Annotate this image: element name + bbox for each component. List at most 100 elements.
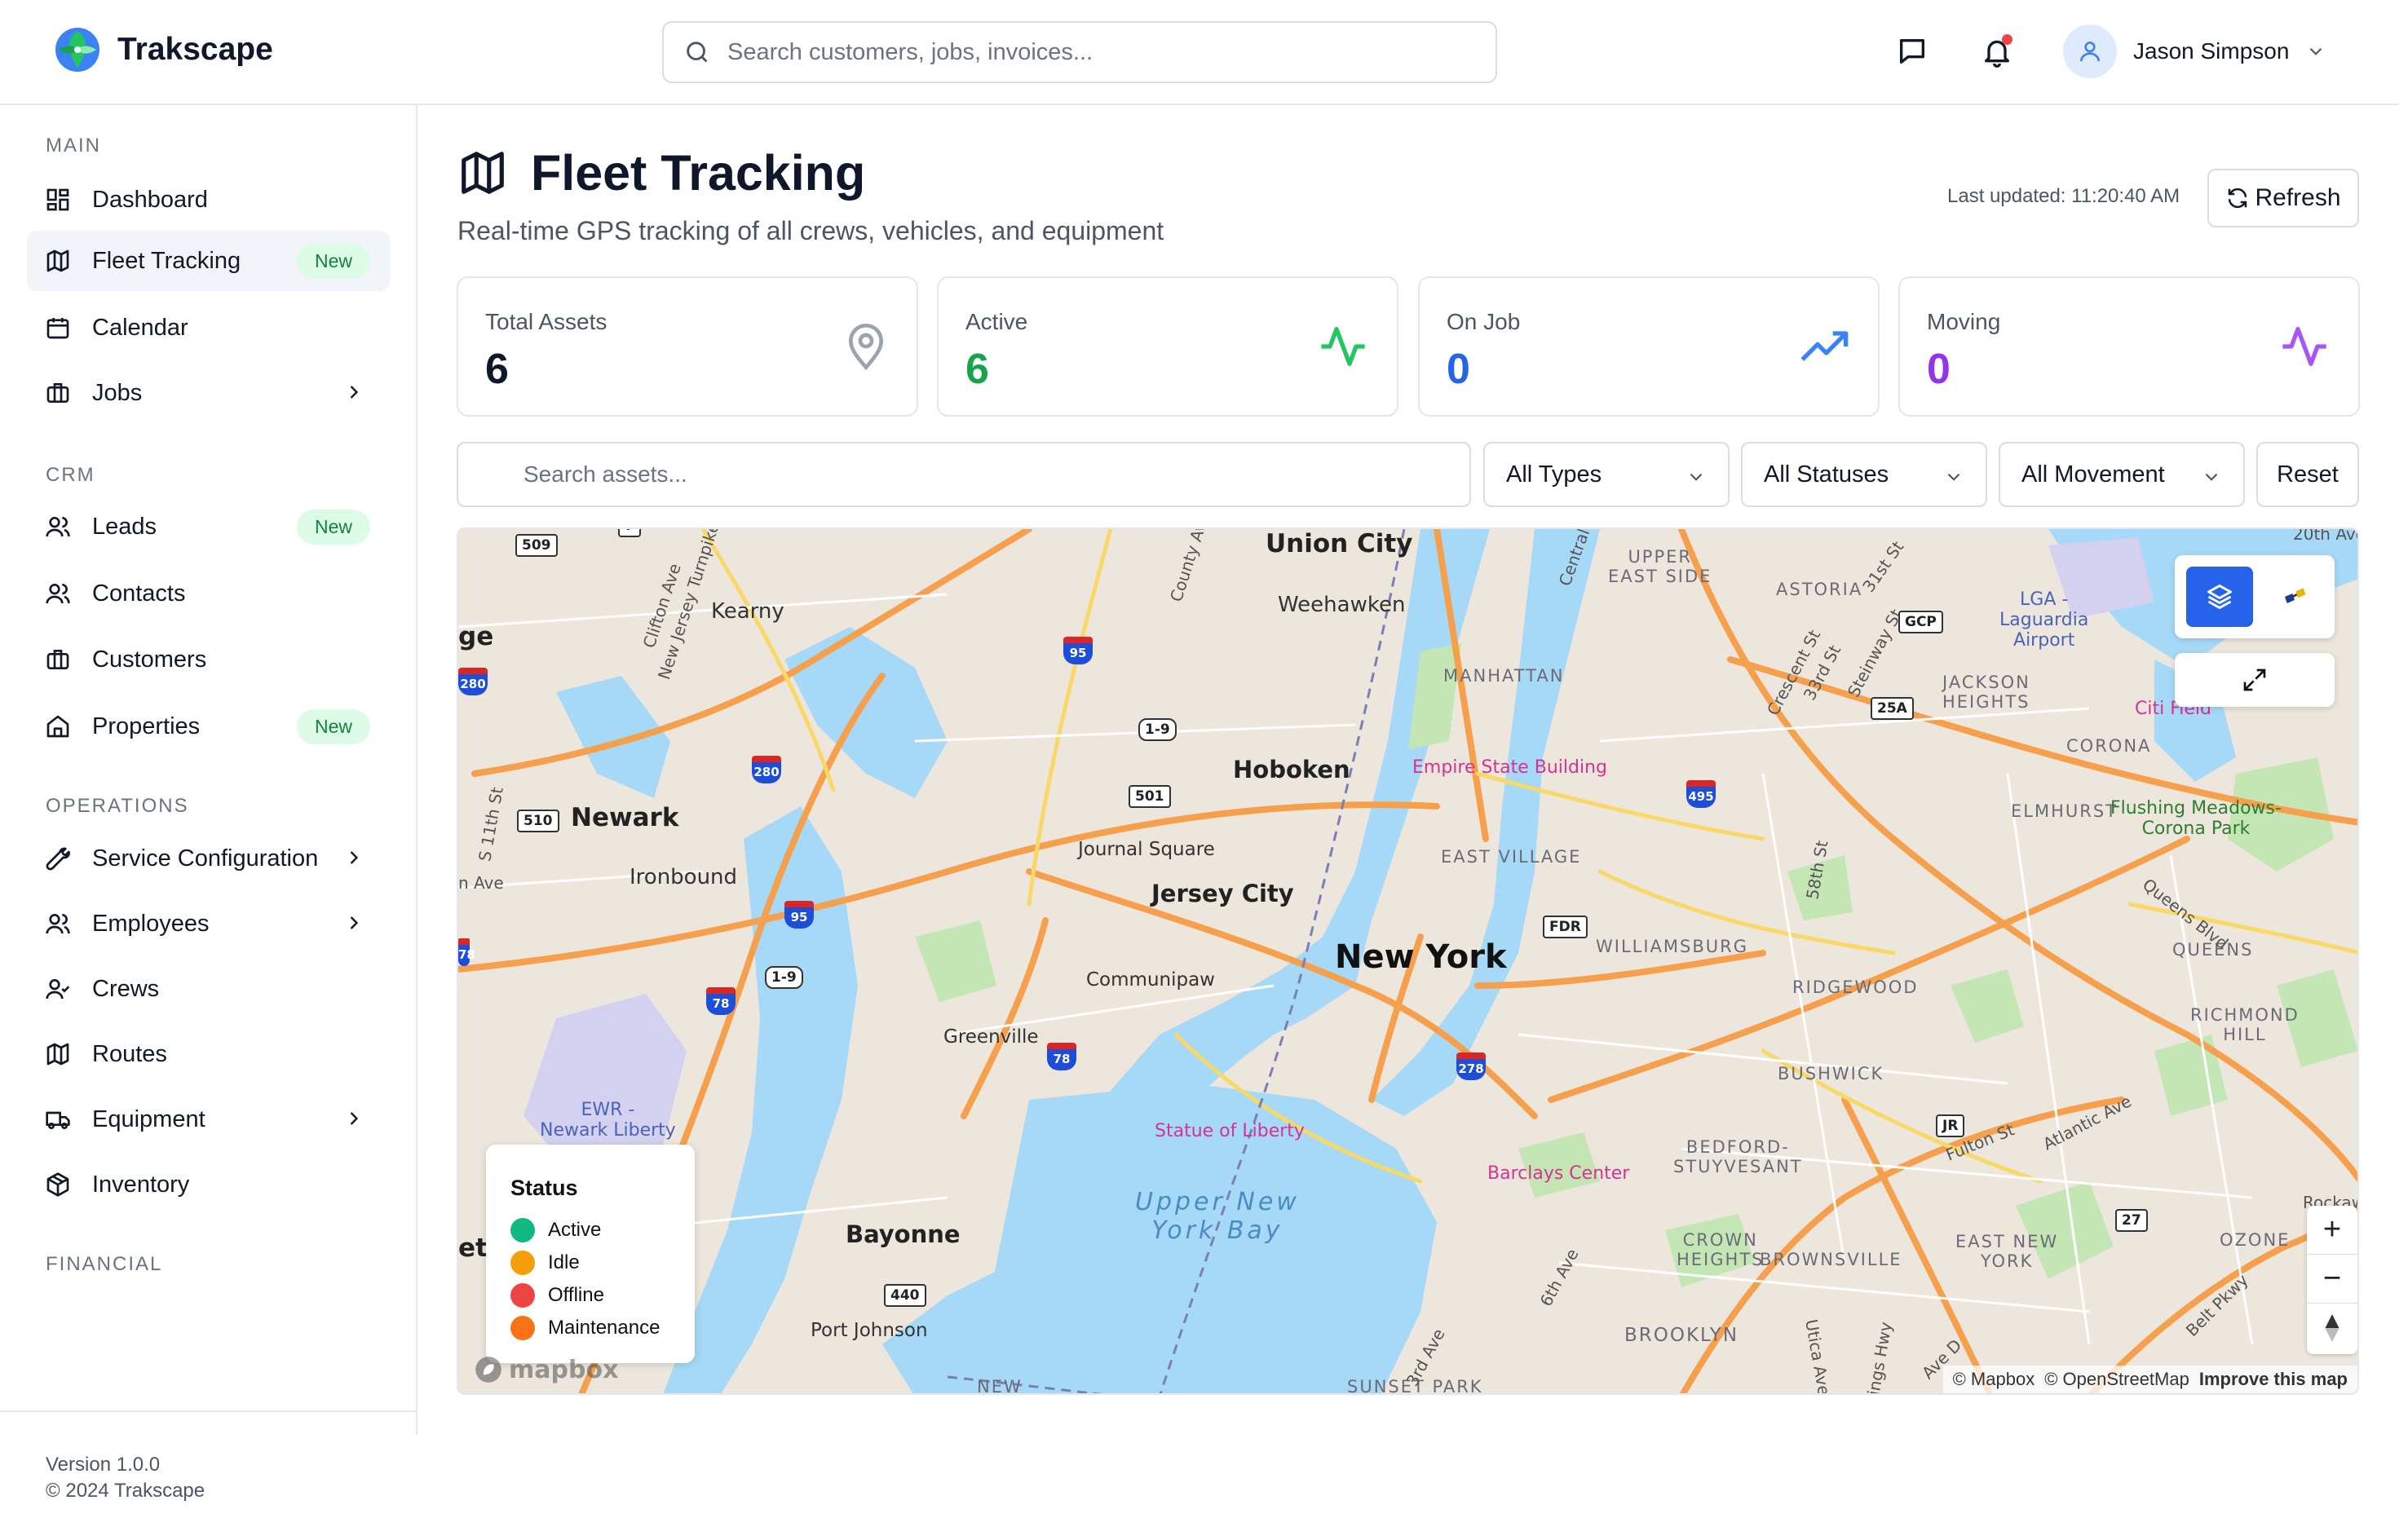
calendar-icon	[46, 318, 69, 339]
interstate-shield: 95	[1063, 637, 1093, 664]
sidebar-item-routes[interactable]: Routes	[27, 1024, 390, 1084]
fullscreen-button[interactable]	[2175, 653, 2335, 707]
sidebar-item-label: Service Configuration	[92, 845, 319, 871]
legend-label: Active	[548, 1219, 602, 1241]
sidebar-item-service-configuration[interactable]: Service Configuration	[27, 828, 390, 889]
stat-value: 0	[1927, 346, 1951, 393]
mapbox-logo-icon	[475, 1357, 501, 1383]
route-shield: 1-9	[765, 966, 803, 989]
sidebar-item-calendar[interactable]: Calendar	[27, 298, 390, 358]
sidebar-item-fleet-tracking[interactable]: Fleet Tracking New	[27, 231, 390, 291]
map-label-statue-of-liberty: Statue of Liberty	[1155, 1121, 1305, 1141]
map-label-20th-ave: 20th Ave	[2293, 527, 2359, 544]
route-shield: 27	[2115, 1209, 2148, 1232]
chevron-down-icon	[2205, 473, 2218, 481]
reset-label: Reset	[2277, 461, 2339, 488]
compass-icon	[2325, 1314, 2339, 1342]
map-label-n-ave: n Ave	[458, 873, 504, 893]
map-label-greenville: Greenville	[943, 1026, 1039, 1048]
app-logo[interactable]: Trakscape	[54, 26, 273, 73]
map-label-new-bottom: NEW	[977, 1377, 1023, 1395]
sidebar-item-label: Contacts	[92, 580, 186, 607]
briefcase-icon	[46, 383, 69, 403]
route-shield: 501	[1129, 785, 1171, 808]
sidebar-item-contacts[interactable]: Contacts	[27, 563, 390, 624]
messages-button[interactable]	[1892, 31, 1933, 72]
compass-button[interactable]	[2307, 1304, 2357, 1352]
movement-filter-select[interactable]: All Movement	[1999, 442, 2245, 507]
sidebar-item-equipment[interactable]: Equipment	[27, 1089, 390, 1149]
users-icon	[46, 517, 70, 537]
layers-icon	[2207, 585, 2232, 609]
map-icon	[462, 152, 504, 194]
sidebar-item-leads[interactable]: Leads New	[27, 496, 390, 557]
trakscape-logo-icon	[55, 28, 99, 72]
stat-value: 6	[965, 346, 989, 393]
map-label-corona: CORONA	[2066, 736, 2152, 756]
map-label-barclays: Barclays Center	[1487, 1163, 1630, 1184]
legend-item-active: Active	[510, 1218, 601, 1242]
layers-button[interactable]	[2186, 567, 2253, 627]
zoom-out-button[interactable]: −	[2307, 1255, 2357, 1304]
last-updated-text: Last updated: 11:20:40 AM	[1947, 185, 2180, 207]
map-label-elmhurst: ELMHURST	[2011, 801, 2118, 821]
chevron-down-icon	[2310, 47, 2322, 55]
global-search-box[interactable]	[662, 21, 1497, 83]
map-label-bedford-stuyvesant: BEDFORD- STUYVESANT	[1673, 1137, 1803, 1176]
global-search-input[interactable]	[727, 38, 1461, 66]
map-icon	[46, 1043, 69, 1066]
asset-search-input[interactable]	[524, 461, 1420, 488]
sidebar-item-crews[interactable]: Crews	[27, 959, 390, 1019]
stat-card-on-job: On Job 0	[1418, 276, 1880, 417]
map-label-jersey-city: Jersey City	[1151, 880, 1294, 907]
interstate-shield: 78	[706, 987, 736, 1015]
asset-search-box[interactable]	[457, 442, 1471, 507]
page-header: Fleet Tracking	[457, 144, 865, 201]
chevron-right-icon	[350, 916, 359, 929]
type-filter-select[interactable]: All Types	[1483, 442, 1730, 507]
sidebar-item-label: Dashboard	[92, 186, 208, 213]
user-name: Jason Simpson	[2133, 38, 2290, 64]
page-title: Fleet Tracking	[531, 145, 866, 201]
truck-icon	[46, 1111, 70, 1129]
interstate-shield: 495	[1686, 780, 1716, 808]
sidebar-item-inventory[interactable]: Inventory	[27, 1154, 390, 1215]
chevron-down-icon	[1690, 473, 1703, 481]
improve-map-link[interactable]: Improve this map	[2199, 1369, 2348, 1390]
map-label-upper-east-side: UPPER EAST SIDE	[1608, 547, 1712, 586]
status-dot	[510, 1218, 535, 1242]
status-dot	[510, 1251, 535, 1275]
sidebar-item-properties[interactable]: Properties New	[27, 696, 390, 757]
map-pin-icon	[848, 324, 884, 371]
attribution-osm[interactable]: © OpenStreetMap	[2044, 1369, 2189, 1390]
attribution-mapbox[interactable]: © Mapbox	[1953, 1369, 2035, 1390]
chevron-down-icon	[1947, 473, 1960, 481]
sidebar-item-dashboard[interactable]: Dashboard	[27, 170, 390, 230]
refresh-button[interactable]: Refresh	[2207, 169, 2359, 227]
sidebar-item-jobs[interactable]: Jobs	[27, 363, 390, 423]
avatar	[2063, 24, 2117, 78]
stat-value: 6	[485, 346, 509, 393]
map-label-ozone: OZONE	[2220, 1230, 2291, 1250]
map-label-hoboken: Hoboken	[1233, 756, 1350, 783]
status-filter-select[interactable]: All Statuses	[1741, 442, 1987, 507]
movement-filter-value: All Movement	[2021, 461, 2165, 488]
map-label-ewr: EWR - Newark Liberty	[540, 1100, 676, 1141]
copyright: © 2024 Trakscape	[46, 1480, 205, 1502]
satellite-view-button[interactable]	[2266, 567, 2323, 627]
stat-label: Total Assets	[485, 309, 607, 334]
user-menu[interactable]: Jason Simpson	[2063, 24, 2326, 78]
activity-icon	[2282, 327, 2326, 366]
notifications-button[interactable]	[1977, 31, 2017, 72]
type-filter-value: All Types	[1506, 461, 1602, 488]
zoom-in-button[interactable]: +	[2307, 1206, 2357, 1255]
sidebar-item-customers[interactable]: Customers	[27, 629, 390, 690]
reset-filters-button[interactable]: Reset	[2256, 442, 2359, 507]
fleet-map[interactable]: Union City Weehawken Kearny Hoboken Newa…	[457, 527, 2359, 1395]
stat-value: 0	[1447, 346, 1470, 393]
map-label-new-york: New York	[1335, 938, 1507, 976]
wrench-icon	[46, 847, 70, 871]
user-icon	[2080, 42, 2100, 62]
route-shield: 25A	[1871, 697, 1914, 720]
sidebar-item-employees[interactable]: Employees	[27, 894, 390, 954]
